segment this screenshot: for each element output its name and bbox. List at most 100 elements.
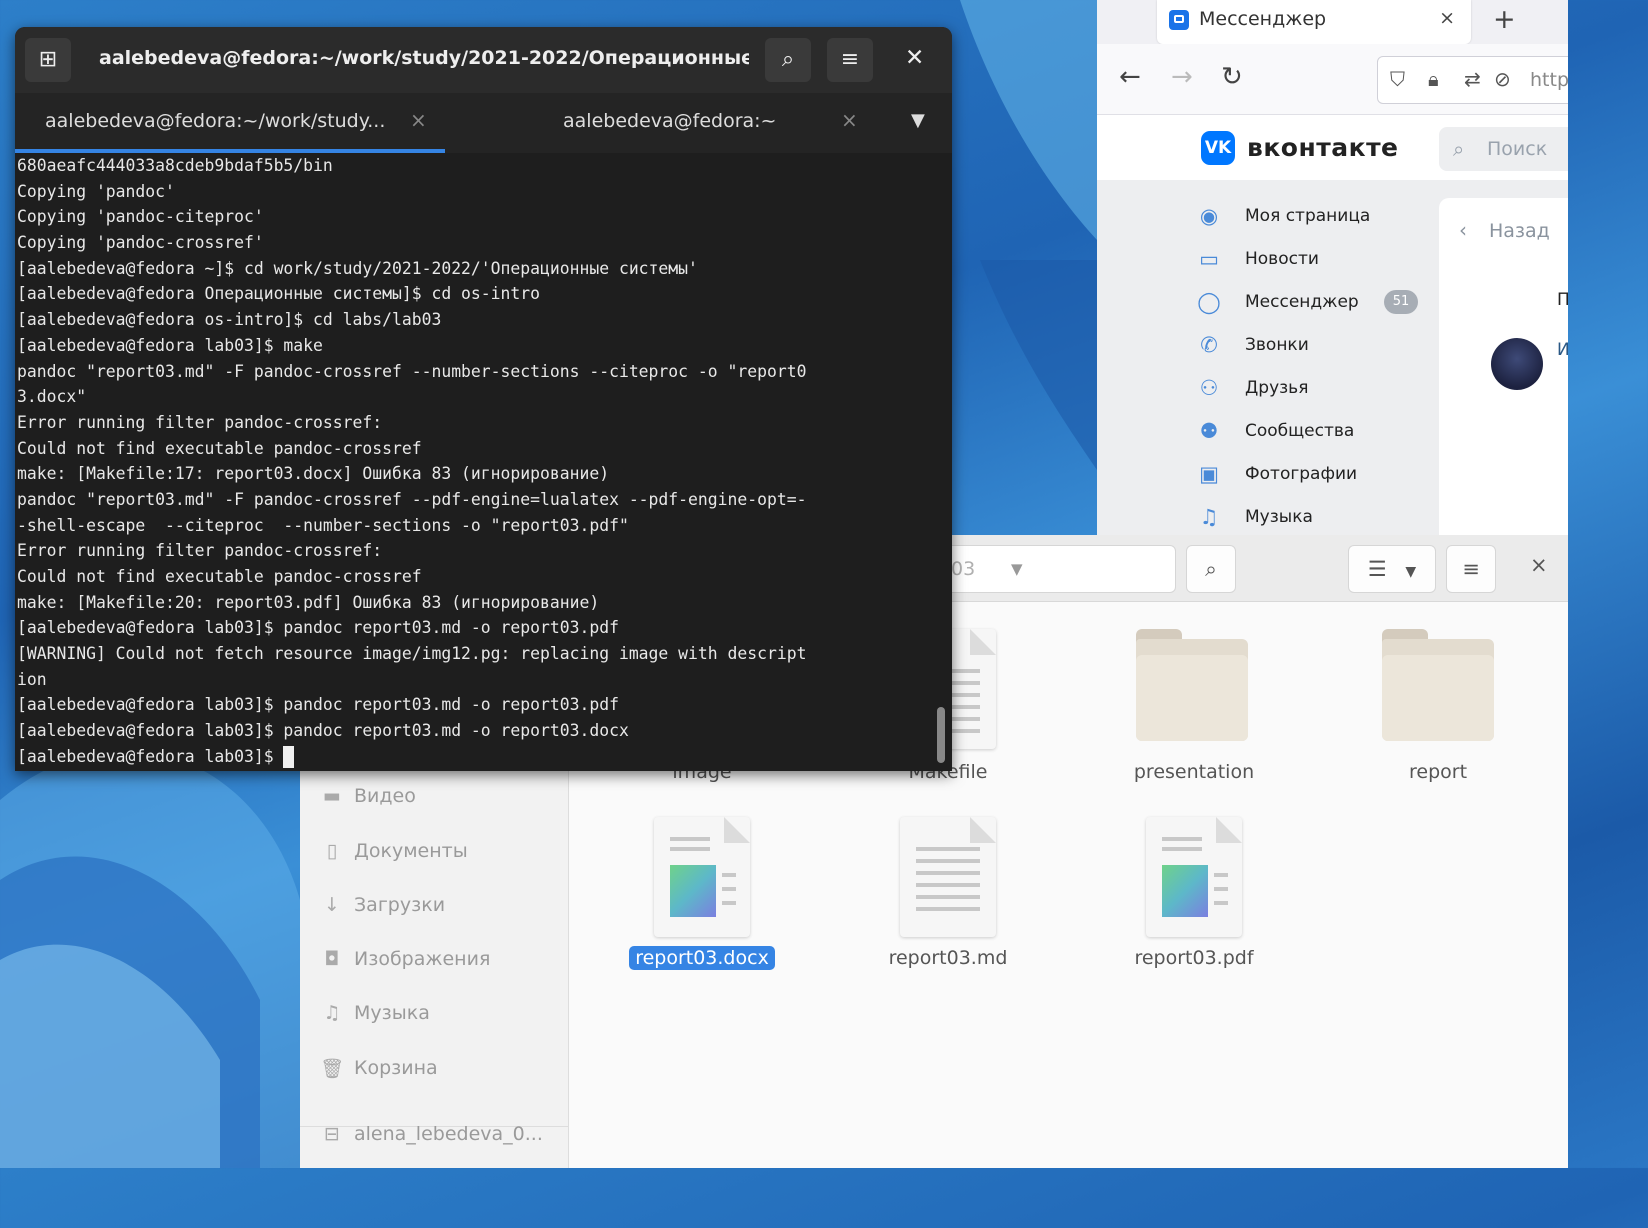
shield-icon[interactable]: ⛉	[1390, 67, 1405, 91]
terminal-line: [aalebedeva@fedora Операционные системы]…	[17, 284, 541, 304]
terminal-tab-home[interactable]: aalebedeva@fedora:~ ×	[445, 93, 885, 153]
vk-messenger-panel: ‹ Назад П И	[1439, 198, 1568, 535]
terminal-line: make: [Makefile:20: report03.pdf] Ошибка…	[17, 592, 600, 612]
search-button[interactable]: ⌕	[1186, 545, 1236, 593]
document-icon: ▯	[326, 840, 338, 862]
menu-button[interactable]: ≡	[1446, 545, 1496, 593]
photo-icon: ▣	[1199, 462, 1219, 486]
terminal-line: Copying 'pandoc-crossref'	[17, 233, 264, 253]
search-icon: ⌕	[1205, 557, 1217, 581]
file-item-report03-docx[interactable]: report03.docx	[602, 813, 802, 983]
folder-icon	[1382, 629, 1494, 741]
terminal-tab-bar: aalebedeva@fedora:~/work/study... × aale…	[15, 93, 952, 153]
terminal-line: [aalebedeva@fedora os-intro]$ cd labs/la…	[17, 310, 442, 330]
browser-tab-bar: Мессенджер × +	[1097, 0, 1568, 44]
terminal-line: [aalebedeva@fedora lab03]$ pandoc report…	[17, 695, 619, 715]
url-bar[interactable]: ⛉ 🔒︎ ⇄ ⊘ http	[1377, 56, 1568, 104]
permissions-icon[interactable]: ⇄	[1464, 67, 1481, 91]
terminal-line: make: [Makefile:17: report03.docx] Ошибк…	[17, 464, 610, 484]
terminal-line: Could not find executable pandoc-crossre…	[17, 438, 422, 458]
terminal-line: [aalebedeva@fedora lab03]$ make	[17, 335, 323, 355]
browser-window: Мессенджер × + ← → ↻ ⛉ 🔒︎ ⇄ ⊘ http VK вк…	[1097, 0, 1568, 535]
browser-tab-messenger[interactable]: Мессенджер ×	[1157, 0, 1471, 44]
search-icon: ⌕	[1453, 137, 1465, 161]
music-note-icon: ♫	[323, 1002, 341, 1024]
hamburger-icon: ≡	[840, 47, 860, 72]
forward-arrow-icon[interactable]: →	[1171, 62, 1193, 92]
close-tab-icon[interactable]: ×	[1439, 7, 1455, 29]
path-segment[interactable]: 03	[951, 558, 975, 580]
back-link[interactable]: Назад	[1489, 220, 1550, 242]
close-icon[interactable]: ✕	[905, 45, 924, 71]
terminal-line: [aalebedeva@fedora lab03]$ pandoc report…	[17, 721, 629, 741]
vk-logo-text[interactable]: вконтакте	[1247, 133, 1399, 162]
vk-search-input[interactable]: ⌕ Поиск	[1439, 127, 1568, 171]
file-item-report03-pdf[interactable]: report03.pdf	[1094, 813, 1294, 983]
window-title: aalebedeva@fedora:~/work/study/2021-2022…	[99, 47, 749, 69]
file-item-report-folder[interactable]: report	[1338, 615, 1538, 785]
sidebar-item-label: alena_lebedeva_0...	[354, 1123, 543, 1145]
scrollbar[interactable]	[937, 707, 945, 763]
lock-icon[interactable]: 🔒︎	[1428, 67, 1439, 91]
chevron-left-icon[interactable]: ‹	[1459, 218, 1467, 242]
chevron-down-icon[interactable]: ▼	[1011, 560, 1023, 578]
sidebar-item-label: Видео	[354, 785, 416, 807]
drive-icon: ⊟	[324, 1123, 340, 1145]
close-tab-icon[interactable]: ×	[410, 108, 427, 132]
tracking-off-icon[interactable]: ⊘	[1494, 67, 1511, 91]
terminal-output[interactable]: 680aeafc444033a8cdeb9bdaf5b5/bin Copying …	[15, 153, 937, 771]
tabs-dropdown-icon[interactable]: ▼	[911, 110, 925, 131]
sidebar-item-label: Изображения	[354, 948, 491, 970]
terminal-tab-work[interactable]: aalebedeva@fedora:~/work/study... ×	[15, 93, 445, 153]
file-name: report03.md	[888, 947, 1008, 969]
vk-header: VK вконтакте ⌕ Поиск	[1097, 115, 1568, 186]
sidebar-item-label: Документы	[354, 840, 468, 862]
contact-name-fragment[interactable]: И	[1557, 340, 1568, 360]
unread-badge: 51	[1384, 290, 1418, 314]
new-tab-button[interactable]: +	[1493, 4, 1516, 35]
view-toggle-button[interactable]: ☰ ▼	[1348, 545, 1436, 593]
close-tab-icon[interactable]: ×	[841, 108, 858, 132]
chevron-down-icon: ▼	[1405, 564, 1417, 580]
trash-icon: 🗑︎	[320, 1058, 345, 1080]
message-icon: ◯	[1197, 290, 1221, 314]
sidebar-item-label: Музыка	[354, 1002, 430, 1024]
file-item-presentation-folder[interactable]: presentation	[1094, 615, 1294, 785]
file-name: report03.pdf	[1134, 947, 1254, 969]
terminal-line: -shell-escape --citeproc --number-sectio…	[17, 515, 629, 535]
phone-icon: ✆	[1200, 333, 1218, 357]
vk-body: ◉ Моя страница ▭ Новости ◯ Мессенджер 51…	[1097, 180, 1568, 535]
terminal-line: [aalebedeva@fedora ~]$ cd work/study/202…	[17, 258, 698, 278]
file-name: presentation	[1133, 761, 1255, 783]
user-circle-icon: ◉	[1199, 204, 1219, 228]
vk-menu-label: Музыка	[1245, 507, 1313, 527]
video-icon: ▬	[323, 785, 341, 807]
vk-logo-icon[interactable]: VK	[1201, 131, 1235, 165]
search-button[interactable]: ⌕	[765, 38, 811, 82]
vk-menu-label: Звонки	[1245, 335, 1309, 355]
avatar[interactable]	[1491, 338, 1543, 390]
new-tab-button[interactable]: ⊞	[25, 38, 71, 82]
terminal-line: ion	[17, 669, 47, 689]
vk-search-placeholder: Поиск	[1487, 138, 1548, 160]
vk-menu-label: Фотографии	[1245, 464, 1358, 484]
terminal-line: Copying 'pandoc'	[17, 181, 175, 201]
close-icon[interactable]: ×	[1530, 553, 1548, 577]
terminal-line: [aalebedeva@fedora lab03]$ pandoc report…	[17, 618, 619, 638]
file-name-selected: report03.docx	[602, 946, 802, 970]
text-cursor	[283, 746, 295, 769]
sidebar-item-label: Корзина	[354, 1057, 438, 1079]
news-icon: ▭	[1199, 247, 1219, 271]
pdf-file-icon	[1146, 817, 1242, 937]
vk-menu-label: Друзья	[1245, 378, 1309, 398]
tab-label: aalebedeva@fedora:~/work/study...	[45, 110, 386, 132]
list-view-icon: ☰	[1367, 557, 1387, 581]
back-arrow-icon[interactable]: ←	[1119, 62, 1141, 92]
panel-text-fragment: П	[1557, 290, 1568, 310]
menu-button[interactable]: ≡	[827, 38, 873, 82]
text-file-icon	[900, 817, 996, 937]
file-item-report03-md[interactable]: report03.md	[848, 813, 1048, 983]
hamburger-icon: ≡	[1462, 557, 1480, 581]
terminal-prompt-line[interactable]: [aalebedeva@fedora lab03]$	[17, 744, 937, 770]
reload-icon[interactable]: ↻	[1221, 62, 1243, 92]
